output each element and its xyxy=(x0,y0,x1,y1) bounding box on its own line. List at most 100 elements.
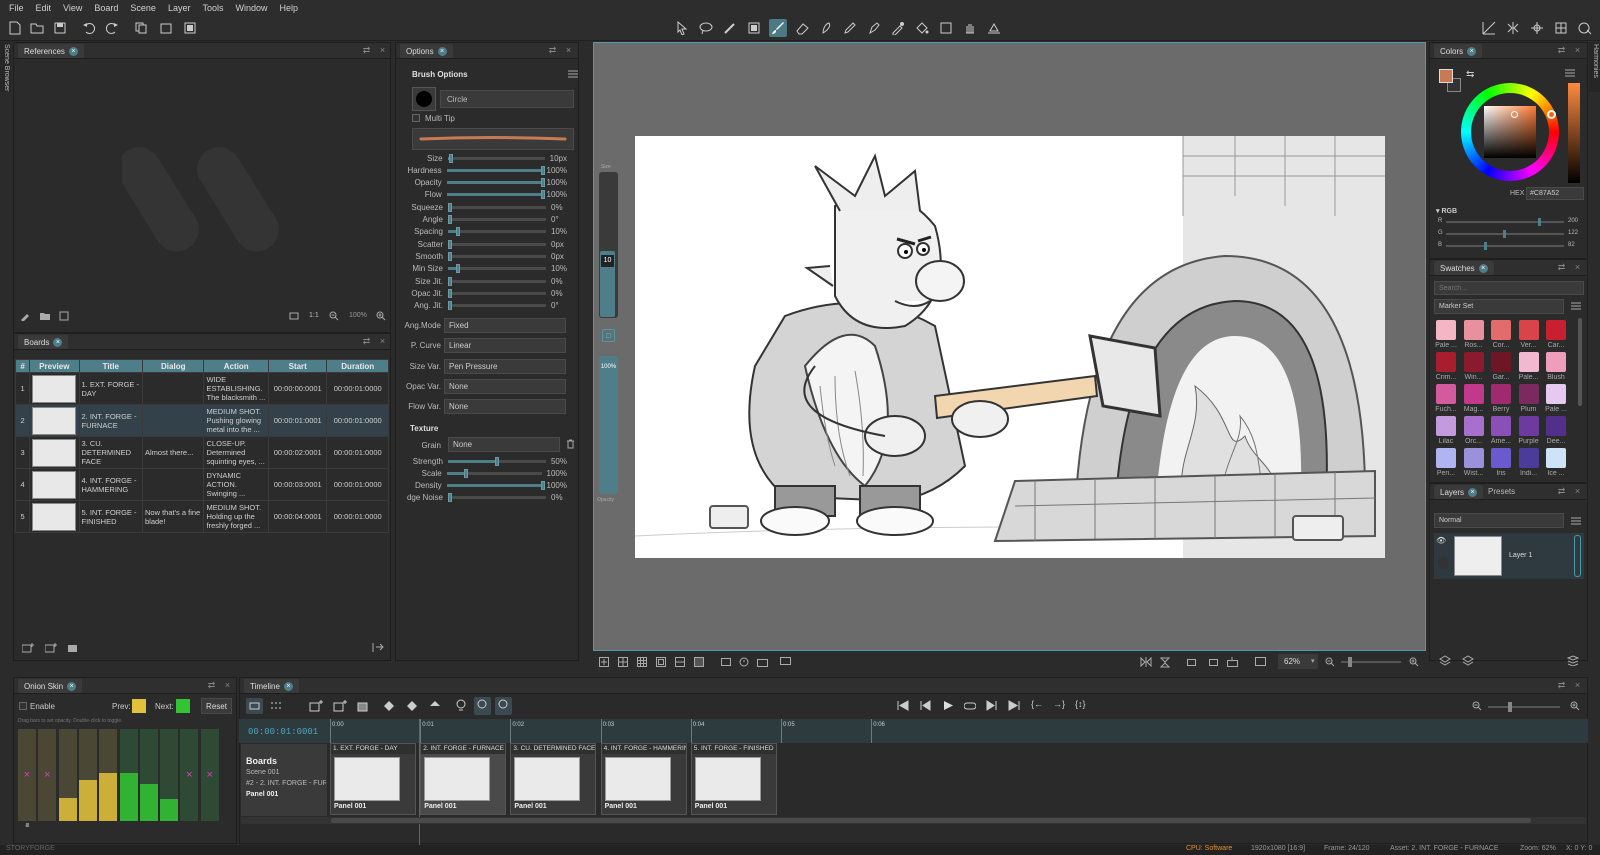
menu-layer[interactable]: Layer xyxy=(168,3,191,13)
slider-track[interactable] xyxy=(446,165,545,175)
perspective-icon[interactable] xyxy=(1480,19,1498,37)
onion-bar[interactable] xyxy=(160,729,179,821)
zoom-dropdown-icon[interactable]: ▾ xyxy=(1311,657,1315,665)
brush-slider-row[interactable]: Ang. Jit. 0° xyxy=(402,300,567,312)
slider-track[interactable] xyxy=(446,190,545,200)
onion-bar[interactable] xyxy=(139,729,158,821)
multi-tip-checkbox[interactable] xyxy=(412,114,420,122)
brush-param-select[interactable]: Pen Pressure xyxy=(444,358,566,374)
slider-track[interactable] xyxy=(448,239,546,249)
add-layer-group-icon[interactable] xyxy=(1462,655,1474,666)
color-swatch[interactable] xyxy=(1436,448,1456,468)
timeline-zoom-out-icon[interactable] xyxy=(1472,701,1482,711)
reset-brush-icon[interactable] xyxy=(602,329,615,342)
menu-scene[interactable]: Scene xyxy=(130,3,156,13)
texture-slider-row[interactable]: Strength 50% xyxy=(402,455,567,467)
timeline-clip[interactable]: 2. INT. FORGE - FURNACE Panel 001 xyxy=(420,743,507,815)
tab-colors[interactable]: Colors × xyxy=(1434,44,1483,58)
column-header[interactable]: # xyxy=(14,359,31,373)
zoom-1to1-button[interactable]: 1:1 xyxy=(309,312,319,319)
board-row[interactable]: 1 1. EXT. FORGE - DAY WIDE ESTABLISHING. T… xyxy=(14,372,389,405)
brush-param-select[interactable]: Fixed xyxy=(444,318,566,333)
dense-grid-icon[interactable] xyxy=(694,657,704,667)
color-swatch[interactable] xyxy=(1546,448,1566,468)
onion-bar[interactable]: × xyxy=(200,729,219,821)
close-tab-icon[interactable]: × xyxy=(1467,46,1477,56)
go-to-start-icon[interactable] xyxy=(897,700,909,711)
set-in-point-icon[interactable]: {← xyxy=(1031,699,1043,709)
slider-track[interactable] xyxy=(446,481,545,491)
slider-track[interactable] xyxy=(448,227,546,237)
wand-icon[interactable] xyxy=(721,19,739,37)
onion-prev-toggle[interactable] xyxy=(474,697,491,715)
onion-bar[interactable] xyxy=(78,729,97,821)
timeline-zoom-in-icon[interactable] xyxy=(1570,701,1580,711)
timeline-zoom-slider[interactable] xyxy=(1488,702,1560,712)
go-to-end-icon[interactable] xyxy=(1008,700,1020,711)
playhead[interactable] xyxy=(419,719,420,846)
menu-window[interactable]: Window xyxy=(235,3,267,13)
close-tab-icon[interactable]: × xyxy=(68,46,78,56)
onion-bar[interactable] xyxy=(58,729,77,821)
swatch-menu-icon[interactable] xyxy=(1571,302,1581,310)
panel-menu-icon[interactable]: ⇄ xyxy=(548,46,557,55)
new-file-icon[interactable] xyxy=(6,19,24,37)
grid-add-icon[interactable] xyxy=(599,657,609,667)
brush-slider-row[interactable]: Angle 0° xyxy=(402,214,567,226)
green-slider[interactable] xyxy=(1446,230,1564,238)
insert-panel-icon[interactable] xyxy=(333,700,347,712)
eyedropper-ref-icon[interactable] xyxy=(20,311,30,321)
swatch-scrollbar[interactable] xyxy=(1578,318,1582,406)
brush-param-select[interactable]: None xyxy=(444,378,566,394)
panel-close-icon[interactable]: × xyxy=(564,46,573,55)
select-arrow-icon[interactable] xyxy=(673,19,691,37)
rotate-right-icon[interactable] xyxy=(1207,657,1218,667)
track-header[interactable]: Boards Scene 001 #2 - 2. INT. FORGE - FU… xyxy=(241,744,327,816)
color-swatch[interactable] xyxy=(1518,416,1539,436)
rectangle-icon[interactable] xyxy=(937,19,955,37)
timeline-view-button[interactable] xyxy=(246,698,263,714)
timeline-clip[interactable]: 4. INT. FORGE - HAMMERING Panel 001 xyxy=(600,743,687,815)
blue-slider[interactable] xyxy=(1446,242,1564,250)
close-tab-icon[interactable]: × xyxy=(1478,263,1488,273)
duplicate-panel-icon[interactable] xyxy=(357,700,371,712)
tab-presets[interactable]: Presets xyxy=(1488,487,1515,496)
undo-icon[interactable] xyxy=(80,19,98,37)
color-swatch[interactable] xyxy=(1491,416,1511,436)
redo-icon[interactable] xyxy=(103,19,121,37)
onion-enable-checkbox[interactable] xyxy=(19,702,27,710)
onion-bar[interactable]: × xyxy=(18,729,36,821)
scene-browser-side-tab[interactable]: Scene Browser xyxy=(0,42,11,92)
color-swatch[interactable] xyxy=(1463,448,1484,468)
panel-close-icon[interactable]: × xyxy=(378,337,387,346)
color-swatch[interactable] xyxy=(1491,448,1511,468)
tab-layers[interactable]: Layers × xyxy=(1434,485,1484,499)
add-keyframe-icon[interactable] xyxy=(383,700,397,712)
swatch-set-select[interactable]: Marker Set xyxy=(1434,299,1564,314)
board-row[interactable]: 3 3. CU. DETERMINED FACE Almost there... CL… xyxy=(14,436,389,469)
pen-icon[interactable] xyxy=(865,19,883,37)
color-menu-icon[interactable] xyxy=(1565,69,1575,77)
onion-bar[interactable]: × xyxy=(180,729,199,821)
menu-file[interactable]: File xyxy=(9,3,24,13)
swatch-search-input[interactable] xyxy=(1434,281,1584,295)
set-out-point-icon[interactable]: →} xyxy=(1053,699,1065,709)
color-swatch[interactable] xyxy=(1491,352,1511,372)
rgb-section-toggle[interactable]: ▾ RGB xyxy=(1436,207,1457,215)
board-row[interactable]: 4 4. INT. FORGE - HAMMERING DYNAMIC ACTION… xyxy=(14,468,389,501)
color-swatch[interactable] xyxy=(1436,320,1456,340)
panel-menu-icon[interactable]: ⇄ xyxy=(362,337,371,346)
timeline-scrollbar[interactable] xyxy=(241,817,1586,824)
slider-track[interactable] xyxy=(446,178,545,188)
texture-slider-row[interactable]: Density 100% xyxy=(402,480,567,492)
brush-shape-select[interactable]: Circle xyxy=(440,90,574,108)
copy-icon[interactable] xyxy=(132,19,150,37)
drawing-canvas[interactable] xyxy=(635,136,1385,558)
hue-ring[interactable] xyxy=(1461,83,1559,181)
display-settings-icon[interactable] xyxy=(780,657,791,667)
column-header[interactable]: Duration xyxy=(326,359,389,373)
brush-slider-row[interactable]: Squeeze 0% xyxy=(402,201,567,213)
next-color-swatch[interactable] xyxy=(176,699,190,713)
open-ref-folder-icon[interactable] xyxy=(40,311,50,321)
clear-keyframes-icon[interactable] xyxy=(429,700,443,712)
